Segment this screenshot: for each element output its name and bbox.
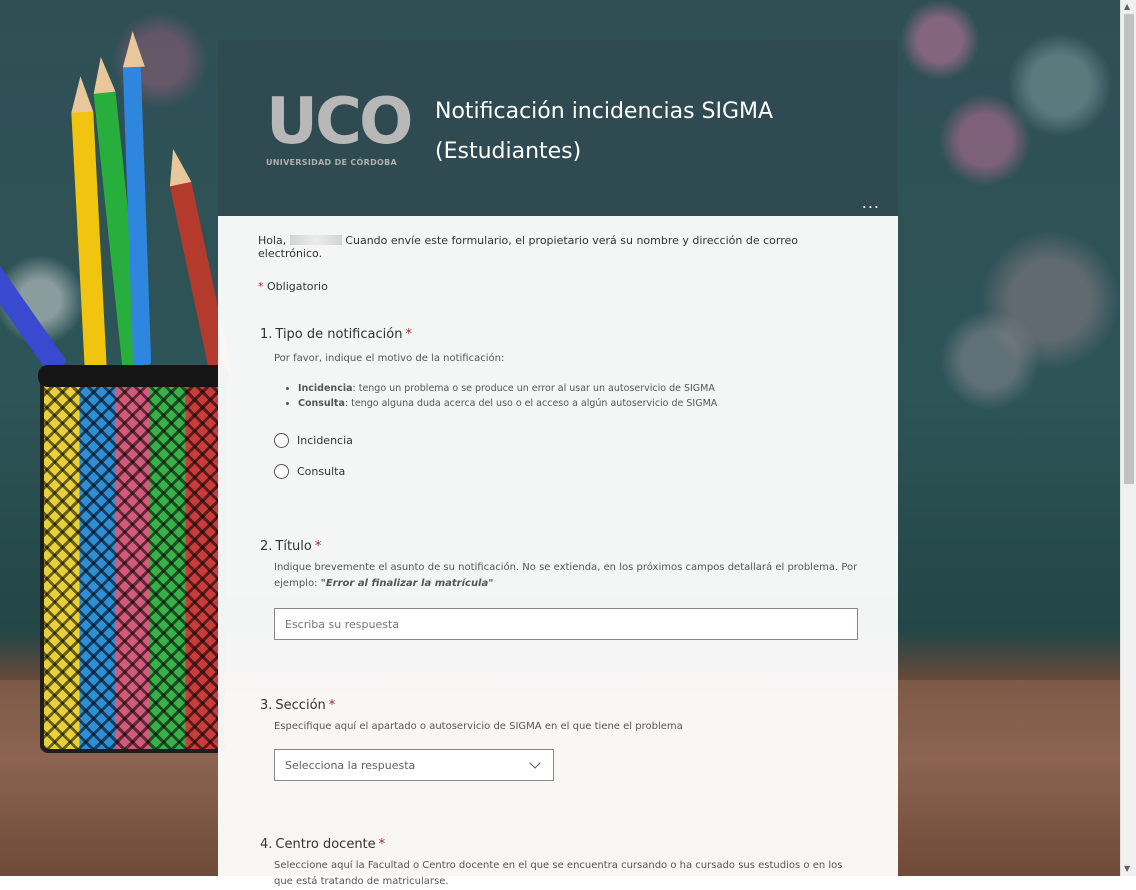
titulo-input[interactable] <box>274 608 858 640</box>
required-note-label: Obligatorio <box>267 280 328 293</box>
question-seccion: 3. Sección * Especifique aquí el apartad… <box>258 698 858 781</box>
bullet-term: Incidencia <box>298 383 353 394</box>
question-label: Sección <box>275 698 326 713</box>
logo-letter: U <box>266 85 318 159</box>
bullet-text: : tengo un problema o se produce un erro… <box>352 383 715 394</box>
required-star: * <box>405 327 412 342</box>
form-container: U C O UNIVERSIDAD DE CÓRDOBA Notificació… <box>218 40 898 887</box>
question-description: Seleccione aquí la Facultad o Centro doc… <box>274 860 843 887</box>
question-titulo: 2. Título * Indique brevemente el asunto… <box>258 539 858 640</box>
intro-greeting: Hola, <box>258 234 287 247</box>
logo-letter: C <box>314 85 362 159</box>
question-number: 4. <box>260 837 273 852</box>
question-title: 4. Centro docente * <box>258 837 858 852</box>
bullet-text: : tengo alguna duda acerca del uso o el … <box>344 398 718 409</box>
question-description: Especifique aquí el apartado o autoservi… <box>274 721 683 732</box>
question-title: 3. Sección * <box>258 698 858 713</box>
pencil-holder-rim <box>38 365 228 387</box>
seccion-dropdown[interactable]: Selecciona la respuesta <box>274 749 554 781</box>
redacted-user-name <box>289 235 342 245</box>
option-incidencia[interactable]: Incidencia <box>274 433 858 448</box>
radio-button[interactable] <box>274 433 289 448</box>
question-label: Tipo de notificación <box>275 327 403 342</box>
question-number: 2. <box>260 539 273 554</box>
uco-logo: U C O UNIVERSIDAD DE CÓRDOBA <box>266 85 413 167</box>
form-body: Hola, Cuando envíe este formulario, el p… <box>218 216 898 890</box>
form-title: Notificación incidencias SIGMA (Estudian… <box>435 99 774 164</box>
question-centro-docente: 4. Centro docente * Seleccione aquí la F… <box>258 837 858 890</box>
question-title: 2. Título * <box>258 539 858 554</box>
required-note: * Obligatorio <box>258 280 858 293</box>
required-star: * <box>314 539 322 554</box>
bullet-consulta: Consulta: tengo alguna duda acerca del u… <box>298 396 858 411</box>
bullet-term: Consulta <box>298 398 345 409</box>
required-star: * <box>258 280 264 293</box>
logo-mark: U C O <box>266 85 413 159</box>
option-consulta[interactable]: Consulta <box>274 464 858 479</box>
page-scrollbar[interactable]: ▲ ▼ <box>1120 0 1136 876</box>
question-number: 3. <box>260 698 273 713</box>
question-description-text: Por favor, indique el motivo de la notif… <box>274 353 505 364</box>
intro-text: Hola, Cuando envíe este formulario, el p… <box>258 234 858 260</box>
dropdown-placeholder[interactable]: Selecciona la respuesta <box>285 759 415 772</box>
chevron-down-icon[interactable] <box>529 757 541 769</box>
question-title: 1. Tipo de notificación * <box>258 327 858 342</box>
option-label[interactable]: Incidencia <box>297 434 353 447</box>
radio-button[interactable] <box>274 464 289 479</box>
logo-subtitle: UNIVERSIDAD DE CÓRDOBA <box>266 158 398 167</box>
question-label: Título <box>275 539 312 554</box>
scroll-down-icon[interactable]: ▼ <box>1124 864 1130 874</box>
question-label: Centro docente <box>275 837 376 852</box>
question-number: 1. <box>260 327 273 342</box>
required-star: * <box>378 837 386 852</box>
scroll-thumb[interactable] <box>1124 14 1134 484</box>
bullet-incidencia: Incidencia: tengo un problema o se produ… <box>298 381 858 396</box>
option-label[interactable]: Consulta <box>297 465 345 478</box>
question-description: Por favor, indique el motivo de la notif… <box>274 351 858 411</box>
more-options-button[interactable]: ... <box>862 193 880 212</box>
question-example: "Error al finalizar la matrícula" <box>320 578 494 589</box>
required-star: * <box>328 698 336 713</box>
bullet-list: Incidencia: tengo un problema o se produ… <box>278 381 858 411</box>
logo-letter: O <box>358 85 413 159</box>
question-description: Indique brevemente el asunto de su notif… <box>274 560 858 592</box>
scroll-up-icon[interactable]: ▲ <box>1124 2 1130 12</box>
form-header: U C O UNIVERSIDAD DE CÓRDOBA Notificació… <box>218 40 898 216</box>
pencil-holder <box>40 368 225 753</box>
question-tipo-notificacion: 1. Tipo de notificación * Por favor, ind… <box>258 327 858 479</box>
